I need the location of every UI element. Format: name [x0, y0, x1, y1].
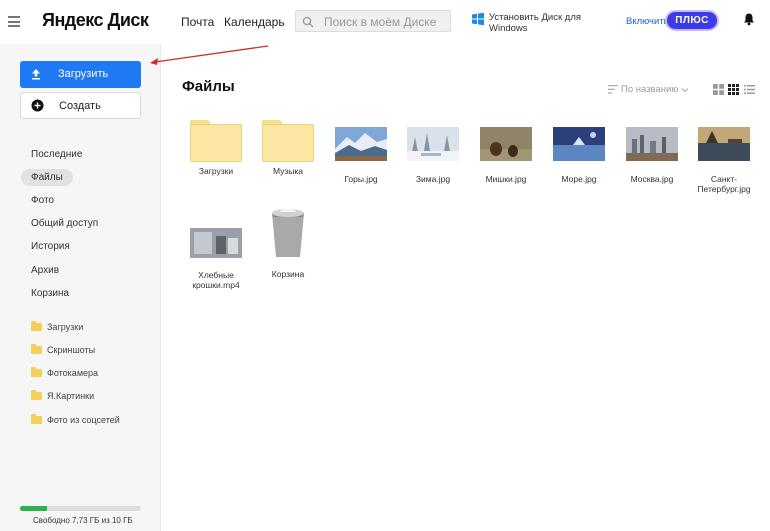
sidebar-folder-label: Фото из соцсетей	[47, 415, 120, 425]
file-name: Зима.jpg	[415, 174, 451, 184]
image-thumbnail	[335, 127, 387, 161]
sidebar-item-archive[interactable]: Архив	[31, 265, 59, 276]
folder-icon	[190, 120, 242, 162]
nav-calendar-link[interactable]: Календарь	[224, 15, 285, 29]
search-input[interactable]: Поиск в моём Диске	[295, 10, 451, 32]
sidebar: Загрузить Создать Последние Файлы Фото О…	[0, 44, 161, 531]
menu-icon[interactable]	[8, 16, 20, 27]
folder-icon	[31, 414, 42, 424]
folder-icon	[31, 321, 42, 331]
sort-label: По названию	[621, 84, 679, 95]
sort-dropdown[interactable]: По названию	[608, 84, 689, 95]
folder-icon	[31, 367, 42, 377]
sidebar-item-files[interactable]: Файлы	[21, 169, 73, 186]
upload-button[interactable]: Загрузить	[20, 61, 141, 88]
video-thumbnail	[190, 228, 242, 258]
file-name: Горы.jpg	[344, 174, 378, 184]
image-thumbnail	[698, 127, 750, 161]
file-name: Мишки.jpg	[485, 174, 527, 184]
logo[interactable]: Яндекс Диск	[42, 10, 149, 31]
image-thumbnail	[480, 127, 532, 161]
search-placeholder: Поиск в моём Диске	[324, 15, 437, 29]
file-tile-winter[interactable]: Зима.jpg	[400, 127, 466, 184]
file-tile-bears[interactable]: Мишки.jpg	[473, 127, 539, 184]
plus-circle-icon	[31, 99, 44, 112]
create-button[interactable]: Создать	[20, 92, 141, 119]
storage-progress-fill	[20, 506, 48, 511]
file-tile-mountains[interactable]: Горы.jpg	[328, 127, 394, 184]
plus-button[interactable]: ПЛЮС	[665, 10, 719, 31]
file-tile-trash[interactable]: Корзина	[255, 207, 321, 279]
plus-enable-label[interactable]: Включить	[626, 16, 669, 27]
file-name: Санкт-Петербург.jpg	[697, 174, 751, 194]
file-name: Музыка	[272, 166, 304, 176]
nav-mail-link[interactable]: Почта	[181, 15, 214, 29]
file-name: Загрузки	[198, 166, 234, 176]
view-small-tiles-icon[interactable]	[728, 84, 739, 95]
sidebar-item-photo[interactable]: Фото	[31, 195, 54, 206]
chevron-down-icon	[682, 87, 689, 92]
sidebar-folder-screenshots[interactable]: Скриншоты	[31, 344, 96, 355]
sidebar-folder-label: Фотокамера	[47, 368, 99, 378]
page-title: Файлы	[182, 78, 235, 95]
file-tile-video[interactable]: Хлебные крошки.mp4	[183, 228, 249, 290]
windows-icon	[472, 12, 484, 26]
sidebar-item-trash[interactable]: Корзина	[31, 288, 69, 299]
header: Яндекс Диск Почта Календарь Поиск в моём…	[0, 0, 770, 44]
storage-progress-bar	[20, 506, 141, 511]
file-name: Море.jpg	[561, 174, 597, 184]
folder-icon	[262, 120, 314, 162]
image-thumbnail	[553, 127, 605, 161]
image-thumbnail	[626, 127, 678, 161]
bell-icon[interactable]	[742, 12, 756, 26]
file-name: Хлебные крошки.mp4	[192, 270, 240, 290]
image-thumbnail	[407, 127, 459, 161]
sidebar-item-shared[interactable]: Общий доступ	[31, 218, 98, 229]
sidebar-folder-label: Скриншоты	[47, 345, 96, 355]
sidebar-folder-label: Загрузки	[47, 322, 84, 332]
sidebar-item-history[interactable]: История	[31, 241, 70, 252]
sidebar-folder-label: Я.Картинки	[47, 391, 95, 401]
file-name: Москва.jpg	[630, 174, 674, 184]
trash-bin-icon	[272, 208, 304, 257]
sidebar-folder-ya-pictures[interactable]: Я.Картинки	[31, 390, 95, 401]
file-tile-music-folder[interactable]: Музыка	[255, 120, 321, 176]
file-tile-sea[interactable]: Море.jpg	[546, 127, 612, 184]
folder-icon	[31, 390, 42, 400]
file-tile-downloads-folder[interactable]: Загрузки	[183, 120, 249, 176]
search-icon	[302, 16, 314, 28]
file-tile-moscow[interactable]: Москва.jpg	[619, 127, 685, 184]
sort-icon	[608, 85, 618, 94]
sidebar-folder-camera[interactable]: Фотокамера	[31, 367, 99, 378]
sidebar-folder-social-photos[interactable]: Фото из соцсетей	[31, 414, 120, 425]
sidebar-folder-downloads[interactable]: Загрузки	[31, 321, 84, 332]
view-list-icon[interactable]	[744, 84, 755, 95]
file-name: Корзина	[271, 269, 305, 279]
storage-text: Свободно 7,73 ГБ из 10 ГБ	[33, 516, 133, 525]
file-tile-spb[interactable]: Санкт-Петербург.jpg	[691, 127, 757, 194]
install-disk-link[interactable]: Установить Диск для Windows	[489, 12, 589, 34]
upload-icon	[32, 69, 40, 80]
create-button-label: Создать	[59, 100, 101, 112]
sidebar-item-recent[interactable]: Последние	[31, 149, 82, 160]
upload-button-label: Загрузить	[58, 68, 109, 80]
folder-icon	[31, 344, 42, 354]
view-large-tiles-icon[interactable]	[713, 84, 724, 95]
